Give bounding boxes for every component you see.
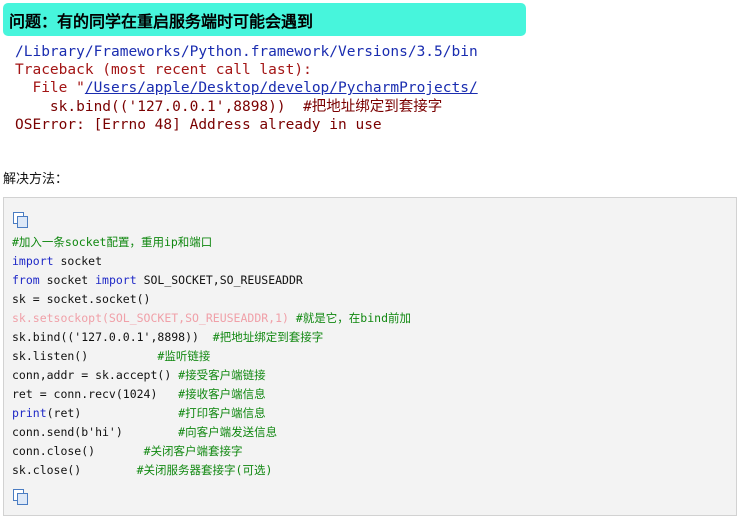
code-text: (ret) (46, 406, 179, 420)
code-comment: #关闭服务器套接字(可选) (136, 463, 273, 477)
keyword-import: import (12, 254, 54, 268)
code-text: SOL_SOCKET,SO_REUSEADDR (136, 273, 303, 287)
traceback-code-line: sk.bind(('127.0.0.1',8898)) #把地址绑定到套接字 (15, 98, 443, 115)
code-text: sk.listen() (12, 349, 158, 363)
copy-icon[interactable] (13, 489, 28, 505)
code-text: sk.close() (12, 463, 137, 477)
code-comment: #就是它，在bind前加 (288, 311, 411, 325)
solution-label: 解决方法： (3, 172, 69, 187)
traceback-block: /Library/Frameworks/Python.framework/Ver… (15, 43, 493, 134)
code-lines: #加入一条socket配置，重用ip和端口 import socket from… (12, 233, 411, 480)
question-banner: 问题：有的同学在重启服务端时可能会遇到 (3, 3, 526, 36)
traceback-file-link[interactable]: /Users/apple/Desktop/develop/PycharmProj… (85, 80, 478, 96)
code-comment: #向客户端发送信息 (178, 425, 278, 439)
code-highlight-setsockopt: sk.setsockopt(SOL_SOCKET,SO_REUSEADDR,1) (12, 311, 289, 325)
traceback-error-line: OSError: [Errno 48] Address already in u… (15, 116, 382, 133)
question-text: 问题：有的同学在重启服务端时可能会遇到 (9, 11, 314, 31)
code-text: conn,addr = sk.accept() (12, 368, 179, 382)
code-text: sk.bind(('127.0.0.1',8898)) (12, 330, 213, 344)
code-comment: #加入一条socket配置，重用ip和端口 (12, 235, 213, 249)
code-text: conn.send(b'hi') (12, 425, 179, 439)
code-comment: #接受客户端链接 (178, 368, 266, 382)
code-comment: #打印客户端信息 (178, 406, 266, 420)
code-text: socket (39, 273, 96, 287)
keyword-from: from (12, 273, 40, 287)
code-comment: #把地址绑定到套接字 (212, 330, 324, 344)
code-text: ret = conn.recv(1024) (12, 387, 179, 401)
code-comment: #监听链接 (157, 349, 211, 363)
traceback-header: Traceback (most recent call last): (15, 62, 312, 79)
code-text: conn.close() (12, 444, 144, 458)
keyword-print: print (12, 406, 47, 420)
code-comment: #关闭客户端套接字 (143, 444, 243, 458)
traceback-path-line: /Library/Frameworks/Python.framework/Ver… (15, 44, 478, 60)
code-comment: #接收客户端信息 (178, 387, 266, 401)
traceback-file-prefix: File " (15, 80, 85, 97)
keyword-import: import (95, 273, 137, 287)
code-block: #加入一条socket配置，重用ip和端口 import socket from… (3, 197, 737, 516)
code-text: sk = socket.socket() (12, 292, 151, 306)
copy-icon[interactable] (13, 212, 28, 228)
code-text: socket (53, 254, 103, 268)
